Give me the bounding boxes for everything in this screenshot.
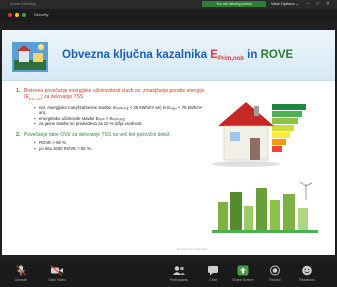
meeting-toolbar: Unmute Start Video Participants Chat Sha…	[0, 262, 337, 287]
chat-icon	[208, 266, 218, 276]
close-button[interactable]: ✕	[326, 1, 330, 7]
energy-house-illustration	[212, 102, 306, 167]
record-button[interactable]: Record	[258, 265, 292, 282]
share-screen-icon	[237, 265, 249, 276]
shared-slide: Obvezna ključna kazalnika EPrim,nob in R…	[2, 30, 335, 255]
slide-header: Obvezna ključna kazalnika EPrim,nob in R…	[2, 30, 335, 81]
list-item: 2. Povečanje rabe OVE za delovanje TSS n…	[16, 132, 211, 151]
chat-button[interactable]: Chat	[196, 265, 230, 282]
screen-share-banner: You are viewing screen	[202, 1, 266, 7]
reactions-button[interactable]: Reactions	[290, 265, 324, 282]
start-video-button[interactable]: Start Video	[40, 265, 74, 282]
unmute-button[interactable]: Unmute	[4, 265, 38, 282]
share-screen-button[interactable]: Share Screen	[226, 265, 260, 282]
zoom-dot-icon[interactable]	[22, 13, 26, 17]
building-logo-icon	[12, 42, 48, 72]
security-indicator[interactable]: Security	[34, 12, 48, 17]
slide-content: 1. Bistveno povečanje energijske učinkov…	[16, 88, 211, 156]
reactions-icon	[302, 265, 312, 276]
close-dot-icon[interactable]	[8, 13, 12, 17]
meeting-status-bar: Security	[0, 9, 337, 21]
bullet-item: po letu 2030 ROVE > 65 %.	[34, 146, 211, 152]
view-options-button[interactable]: View Options ⌄	[271, 1, 299, 6]
bullet-list: npr. energijsko manjšzahtevne stavbe: Eₕ…	[24, 105, 211, 127]
bullet-item: npr. energijsko manjšzahtevne stavbe: Eₕ…	[34, 105, 211, 116]
minimize-button[interactable]: –	[307, 1, 310, 7]
record-icon	[270, 265, 280, 276]
app-title: Zoom Meeting	[10, 1, 36, 6]
minimize-dot-icon[interactable]	[15, 13, 19, 17]
window-title-bar: Zoom Meeting You are viewing screen View…	[0, 0, 337, 9]
slide-footer: Ministrstvo za infrastrukturo	[176, 248, 208, 251]
slide-title: Obvezna ključna kazalnika EPrim,nob in R…	[62, 49, 294, 62]
microphone-muted-icon	[16, 265, 26, 276]
bullet-item: za javne stavbe se predvideva za 10 % ni…	[34, 121, 211, 127]
green-city-illustration	[210, 180, 320, 235]
participants-button[interactable]: Participants	[162, 265, 196, 282]
participants-icon	[173, 266, 185, 275]
list-item: 1. Bistveno povečanje energijske učinkov…	[16, 88, 211, 127]
video-off-icon	[50, 265, 63, 276]
bullet-list: ROVE > 50 %, po letu 2030 ROVE > 65 %.	[24, 140, 211, 151]
maximize-button[interactable]: □	[316, 1, 319, 7]
